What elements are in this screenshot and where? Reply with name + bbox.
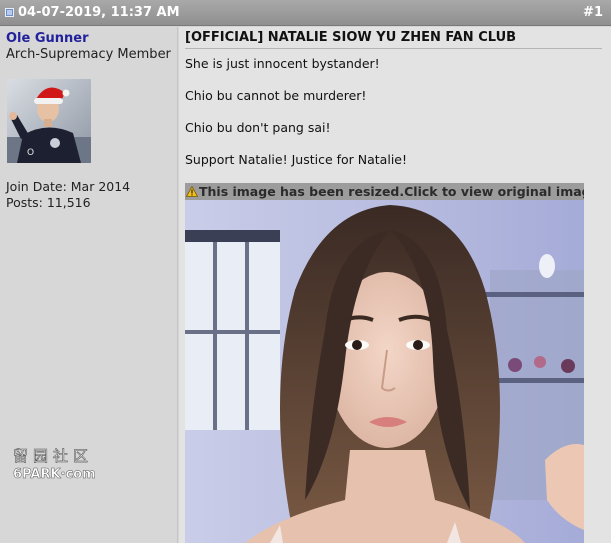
image-resized-notice[interactable]: This image has been resized.Click to vie… — [185, 183, 584, 200]
post-photo[interactable] — [185, 200, 584, 543]
site-watermark: 留园社区 6PARK·com — [13, 447, 96, 482]
post-title: [OFFICIAL] NATALIE SIOW YU ZHEN FAN CLUB — [185, 30, 602, 49]
username-link[interactable]: Ole Gunner — [6, 31, 89, 46]
resize-notice-text: This image has been resized.Click to vie… — [199, 184, 584, 199]
svg-text:留园社区: 留园社区 — [13, 447, 93, 465]
post-header: 04-07-2019, 11:37 AM #1 — [0, 0, 611, 26]
post-count: Posts: 11,516 — [6, 195, 91, 210]
svg-text:6PARK·com: 6PARK·com — [13, 467, 96, 482]
post-status-icon — [5, 8, 14, 17]
user-info-panel: Ole Gunner Arch-Supremacy Member O Join … — [0, 27, 178, 543]
user-title: Arch-Supremacy Member — [6, 47, 171, 62]
message-line: Support Natalie! Justice for Natalie! — [185, 152, 407, 167]
message-line: Chio bu cannot be murderer! — [185, 88, 367, 103]
svg-text:O: O — [27, 148, 34, 158]
message-line: Chio bu don't pang sai! — [185, 120, 331, 135]
post-date: 04-07-2019, 11:37 AM — [18, 5, 180, 20]
post-number-link[interactable]: #1 — [583, 5, 603, 20]
message-line: She is just innocent bystander! — [185, 56, 380, 71]
warning-icon — [186, 186, 198, 197]
join-date: Join Date: Mar 2014 — [6, 179, 131, 194]
user-avatar[interactable]: O — [7, 79, 91, 163]
